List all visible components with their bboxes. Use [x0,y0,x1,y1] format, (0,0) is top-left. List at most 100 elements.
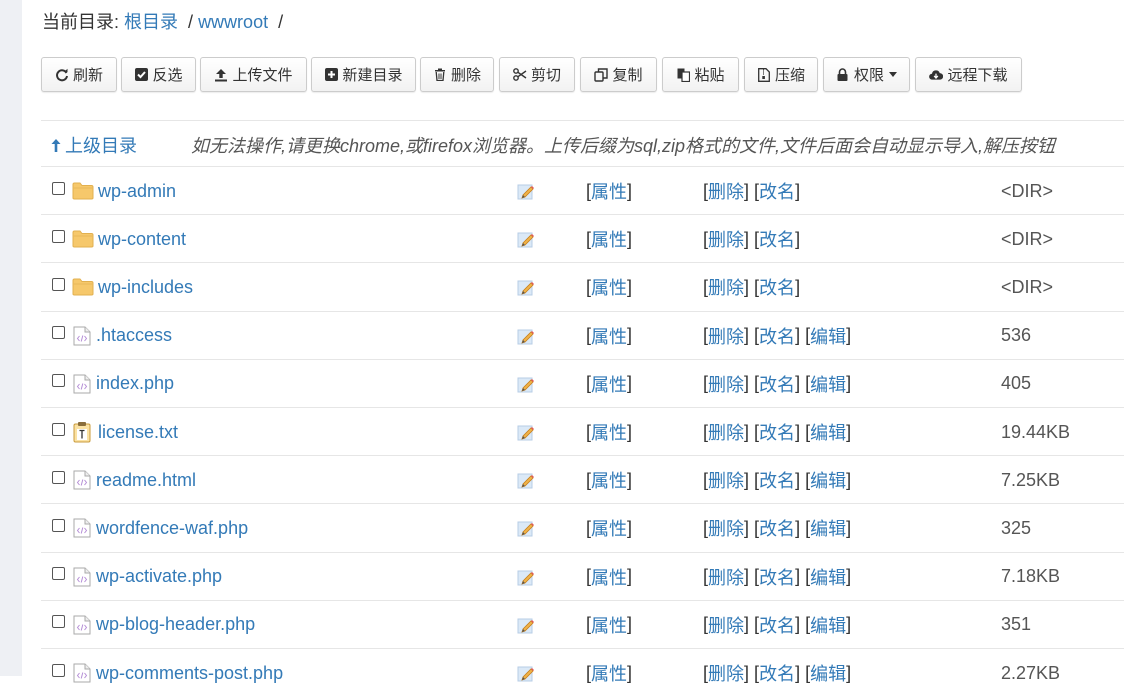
properties-link[interactable]: 属性 [591,371,627,397]
file-name-link[interactable]: readme.html [96,470,196,491]
edit-pencil-icon[interactable] [517,553,535,601]
edit-link[interactable]: 编辑 [810,564,846,590]
edit-pencil-icon[interactable] [517,215,535,263]
compress-button[interactable]: 压缩 [744,57,818,92]
browser-notice: 如无法操作,请更换chrome,或firefox浏览器。上传后缀为sql,zip… [191,136,1056,156]
delete-link[interactable]: 删除 [708,419,744,445]
rename-link[interactable]: 改名 [759,515,795,541]
edit-pencil-icon[interactable] [517,504,535,552]
delete-link[interactable]: 删除 [708,612,744,638]
rename-link[interactable]: 改名 [759,660,795,686]
breadcrumb-current-link[interactable]: wwwroot [198,12,268,32]
properties-link[interactable]: 属性 [591,515,627,541]
delete-link[interactable]: 删除 [708,178,744,204]
new-directory-button[interactable]: 新建目录 [311,57,416,92]
row-checkbox[interactable] [52,504,65,552]
copy-button[interactable]: 复制 [580,57,657,92]
properties-link[interactable]: 属性 [591,274,627,300]
rename-link[interactable]: 改名 [759,419,795,445]
properties-link[interactable]: 属性 [591,612,627,638]
delete-link[interactable]: 删除 [708,467,744,493]
refresh-button[interactable]: 刷新 [41,57,117,92]
delete-link[interactable]: 删除 [708,226,744,252]
properties-link[interactable]: 属性 [591,564,627,590]
permission-dropdown-button[interactable]: 权限 [823,57,910,92]
row-checkbox[interactable] [52,263,65,311]
rename-link[interactable]: 改名 [759,467,795,493]
properties-link[interactable]: 属性 [591,660,627,686]
delete-link[interactable]: 删除 [708,274,744,300]
remote-download-label: 远程下载 [947,67,1008,84]
rename-link[interactable]: 改名 [759,612,795,638]
file-name-link[interactable]: wp-admin [98,181,176,202]
row-checkbox[interactable] [52,360,65,408]
table-row: wp-blog-header.php [属性] [删除] [改名] [编辑] 351 [41,599,1124,649]
breadcrumb-root-link[interactable]: 根目录 [124,12,178,32]
row-checkbox[interactable] [52,167,65,215]
edit-link[interactable]: 编辑 [810,467,846,493]
edit-pencil-icon[interactable] [517,649,535,697]
delete-link[interactable]: 删除 [708,660,744,686]
edit-pencil-icon[interactable] [517,408,535,456]
edit-link[interactable]: 编辑 [810,612,846,638]
properties-link[interactable]: 属性 [591,419,627,445]
edit-link[interactable]: 编辑 [810,323,846,349]
parent-directory-link[interactable]: 上级目录 [51,121,137,169]
delete-link[interactable]: 删除 [708,515,744,541]
edit-link[interactable]: 编辑 [810,515,846,541]
rename-link[interactable]: 改名 [759,178,795,204]
edit-pencil-icon[interactable] [517,263,535,311]
edit-link[interactable]: 编辑 [810,660,846,686]
file-name-link[interactable]: license.txt [98,422,178,443]
file-size: 351 [1001,614,1032,635]
breadcrumb-label: 当前目录: [42,12,120,32]
folder-icon [72,215,94,263]
row-checkbox[interactable] [52,456,65,504]
text-file-icon [73,408,91,456]
delete-link[interactable]: 删除 [708,371,744,397]
rename-link[interactable]: 改名 [759,226,795,252]
rename-link[interactable]: 改名 [759,564,795,590]
upload-file-button[interactable]: 上传文件 [200,57,307,92]
table-row: wp-comments-post.php [属性] [删除] [改名] [编辑] 2.… [41,648,1124,696]
rename-link[interactable]: 改名 [759,371,795,397]
edit-pencil-icon[interactable] [517,601,535,649]
file-name-link[interactable]: .htaccess [96,325,172,346]
file-name-link[interactable]: wp-blog-header.php [96,614,255,635]
row-checkbox[interactable] [52,215,65,263]
properties-link[interactable]: 属性 [591,467,627,493]
row-checkbox[interactable] [52,408,65,456]
edit-pencil-icon[interactable] [517,312,535,360]
edit-link[interactable]: 编辑 [810,371,846,397]
rename-link[interactable]: 改名 [759,323,795,349]
delete-button[interactable]: 删除 [420,57,494,92]
properties-link[interactable]: 属性 [591,178,627,204]
row-actions: [删除] [改名] [编辑] [703,601,851,649]
edit-pencil-icon[interactable] [517,360,535,408]
row-checkbox[interactable] [52,312,65,360]
compress-label: 压缩 [774,67,805,84]
delete-link[interactable]: 删除 [708,564,744,590]
invert-select-button[interactable]: 反选 [121,57,196,92]
file-name-link[interactable]: wordfence-waf.php [96,518,248,539]
delete-link[interactable]: 删除 [708,323,744,349]
file-name-link[interactable]: wp-activate.php [96,566,222,587]
code-file-icon [73,360,91,408]
row-checkbox[interactable] [52,601,65,649]
file-name-link[interactable]: wp-content [98,229,186,250]
file-size: 7.25KB [1001,469,1061,490]
cut-button[interactable]: 剪切 [499,57,575,92]
properties-link[interactable]: 属性 [591,323,627,349]
file-name-link[interactable]: wp-includes [98,277,193,298]
file-name-link[interactable]: wp-comments-post.php [96,663,283,684]
remote-download-button[interactable]: 远程下载 [915,57,1022,92]
file-name-link[interactable]: index.php [96,373,174,394]
edit-link[interactable]: 编辑 [810,419,846,445]
properties-link[interactable]: 属性 [591,226,627,252]
edit-pencil-icon[interactable] [517,167,535,215]
rename-link[interactable]: 改名 [759,274,795,300]
row-checkbox[interactable] [52,553,65,601]
paste-button[interactable]: 粘贴 [662,57,739,92]
row-checkbox[interactable] [52,649,65,697]
edit-pencil-icon[interactable] [517,456,535,504]
